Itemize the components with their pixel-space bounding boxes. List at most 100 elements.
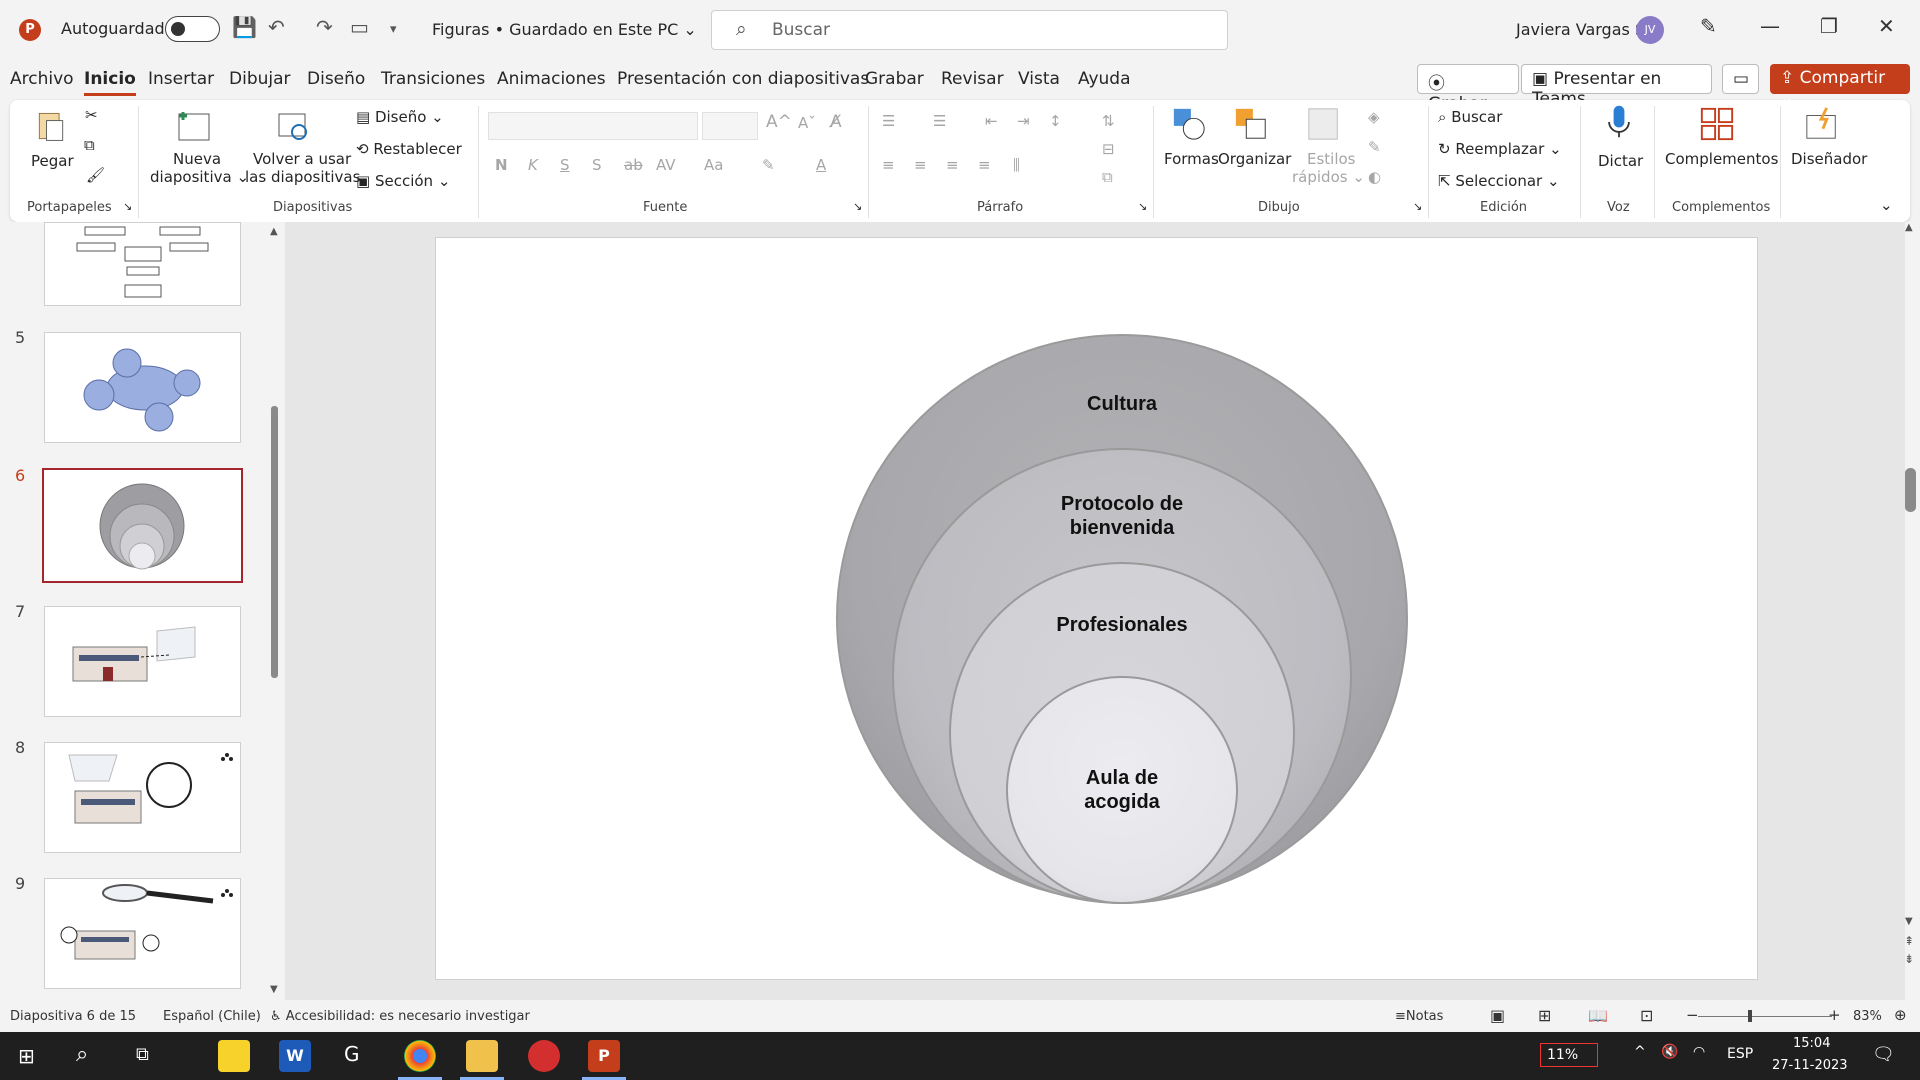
language-tray[interactable]: ESP: [1727, 1046, 1753, 1062]
search-box[interactable]: ⌕ Buscar: [711, 10, 1228, 50]
slide-thumbnail-4[interactable]: [44, 222, 241, 306]
avatar[interactable]: JV: [1636, 16, 1664, 44]
tab-revisar[interactable]: Revisar: [941, 69, 1004, 89]
app-g-icon[interactable]: G: [344, 1042, 360, 1066]
align-left-icon[interactable]: ≡: [882, 156, 895, 174]
smartart-icon[interactable]: ⧉: [1102, 168, 1113, 186]
autosave-toggle[interactable]: [165, 16, 220, 42]
previous-slide-icon[interactable]: ⇞: [1904, 934, 1914, 948]
slide-thumbnail-5[interactable]: [44, 332, 241, 443]
underline-button[interactable]: S: [560, 156, 570, 174]
share-button[interactable]: ⇪ Compartir ⌄: [1770, 64, 1910, 108]
collapse-ribbon-icon[interactable]: ⌄: [1880, 196, 1893, 214]
quick-styles-icon[interactable]: [1305, 106, 1343, 142]
highlight-icon[interactable]: ✎: [762, 156, 775, 174]
tab-presentacion[interactable]: Presentación con diapositivas: [617, 69, 869, 89]
file-explorer-icon[interactable]: [466, 1040, 498, 1072]
numbering-icon[interactable]: ☰: [933, 112, 946, 130]
font-color-icon[interactable]: A: [816, 156, 826, 174]
close-icon[interactable]: ✕: [1878, 14, 1895, 38]
reuse-slides-label-2[interactable]: las diapositivas: [245, 168, 360, 186]
notifications-icon[interactable]: 🗨: [1872, 1044, 1895, 1065]
thumbnails-scrollbar[interactable]: [271, 406, 278, 678]
tab-inicio[interactable]: Inicio: [84, 69, 136, 96]
section-button[interactable]: ▣ Sección ⌄: [356, 172, 450, 190]
select-button[interactable]: ⇱ Seleccionar ⌄: [1438, 172, 1560, 190]
reset-button[interactable]: ⟲ Restablecer: [356, 140, 462, 158]
chrome-icon[interactable]: [404, 1040, 436, 1072]
slide[interactable]: Cultura Protocolo de bienvenida Profesio…: [435, 237, 1758, 980]
dialog-launcher-icon[interactable]: ↘: [853, 200, 862, 213]
slide-thumbnail-9[interactable]: [44, 878, 241, 989]
zoom-slider[interactable]: [1698, 1016, 1832, 1017]
clear-format-icon[interactable]: A̸: [830, 112, 842, 132]
find-button[interactable]: ⌕ Buscar: [1438, 108, 1502, 126]
shape-outline-icon[interactable]: ✎: [1368, 138, 1381, 156]
normal-view-icon[interactable]: ▣: [1490, 1006, 1505, 1025]
windows-start-icon[interactable]: ⊞: [18, 1044, 35, 1068]
slide-thumbnail-6[interactable]: [42, 468, 243, 583]
dictate-button[interactable]: Dictar: [1598, 152, 1643, 170]
replace-button[interactable]: ↻ Reemplazar ⌄: [1438, 140, 1562, 158]
app-red-icon[interactable]: [528, 1040, 560, 1072]
dialog-launcher-icon[interactable]: ↘: [1138, 200, 1147, 213]
slide-thumbnail-7[interactable]: [44, 606, 241, 717]
editor-scrollbar-thumb[interactable]: [1905, 468, 1916, 512]
shape-fill-icon[interactable]: ◈: [1368, 108, 1380, 126]
new-slide-label[interactable]: Nueva: [173, 150, 221, 168]
slide-sorter-icon[interactable]: ⊞: [1538, 1006, 1551, 1025]
zoom-out-icon[interactable]: −: [1686, 1006, 1699, 1024]
new-slide-icon[interactable]: [175, 108, 213, 144]
accessibility-button[interactable]: ♿ Accesibilidad: es necesario investigar: [270, 1009, 530, 1024]
increase-font-icon[interactable]: A^: [766, 112, 792, 132]
language-indicator[interactable]: Español (Chile): [163, 1009, 261, 1024]
save-icon[interactable]: 💾: [232, 15, 257, 39]
minimize-icon[interactable]: —: [1760, 14, 1780, 38]
record-button[interactable]: ⦿ Grabar: [1417, 64, 1519, 114]
restore-icon[interactable]: ❐: [1820, 14, 1838, 38]
line-spacing-icon[interactable]: ↕: [1049, 112, 1062, 130]
powerpoint-taskbar-icon[interactable]: P: [588, 1040, 620, 1072]
columns-icon[interactable]: ⫼: [1013, 156, 1020, 174]
bold-button[interactable]: N: [495, 156, 508, 174]
tab-insertar[interactable]: Insertar: [148, 69, 214, 89]
new-slide-label-2[interactable]: diapositiva ⌄: [150, 168, 249, 186]
shapes-icon[interactable]: [1170, 106, 1208, 142]
add-ins-icon[interactable]: [1698, 106, 1736, 142]
sticky-notes-icon[interactable]: [218, 1040, 250, 1072]
font-family-select[interactable]: [488, 112, 698, 140]
designer-button[interactable]: Diseñador: [1791, 150, 1867, 168]
italic-button[interactable]: K: [528, 156, 538, 174]
designer-icon[interactable]: [1803, 106, 1841, 142]
align-right-icon[interactable]: ≡: [946, 156, 959, 174]
bullets-icon[interactable]: ☰: [882, 112, 895, 130]
dialog-launcher-icon[interactable]: ↘: [1413, 200, 1422, 213]
scroll-down-icon[interactable]: ▼: [1905, 916, 1913, 927]
copy-icon[interactable]: ⧉: [84, 136, 95, 154]
clock-time[interactable]: 15:04: [1793, 1036, 1830, 1051]
undo-icon[interactable]: ↶: [268, 15, 285, 39]
tab-transiciones[interactable]: Transiciones: [381, 69, 485, 89]
next-slide-icon[interactable]: ⇟: [1904, 952, 1914, 966]
layout-button[interactable]: ▤ Diseño ⌄: [356, 108, 444, 126]
comments-button[interactable]: ▭: [1722, 64, 1759, 94]
align-center-icon[interactable]: ≡: [914, 156, 927, 174]
tab-vista[interactable]: Vista: [1018, 69, 1060, 89]
change-case-button[interactable]: Aa: [704, 156, 723, 174]
volume-muted-icon[interactable]: 🔇: [1661, 1044, 1678, 1060]
tab-archivo[interactable]: Archivo: [10, 69, 74, 89]
reuse-slides-icon[interactable]: [275, 108, 313, 144]
scroll-up-icon[interactable]: ▲: [1905, 222, 1913, 233]
tab-diseno[interactable]: Diseño: [307, 69, 365, 89]
zoom-in-icon[interactable]: +: [1828, 1006, 1841, 1024]
quick-styles-label-2[interactable]: rápidos ⌄: [1292, 168, 1365, 186]
scroll-up-icon[interactable]: ▲: [270, 226, 278, 237]
clock-date[interactable]: 27-11-2023: [1772, 1058, 1848, 1073]
customize-toolbar-icon[interactable]: ▾: [390, 22, 397, 37]
present-teams-button[interactable]: ▣ Presentar en Teams: [1521, 64, 1712, 109]
microphone-icon[interactable]: [1600, 104, 1638, 140]
slideshow-icon[interactable]: ⊡: [1640, 1006, 1653, 1025]
strikethrough-button[interactable]: ab: [624, 156, 643, 174]
scroll-down-icon[interactable]: ▼: [270, 984, 278, 995]
zoom-level[interactable]: 83%: [1853, 1009, 1882, 1024]
